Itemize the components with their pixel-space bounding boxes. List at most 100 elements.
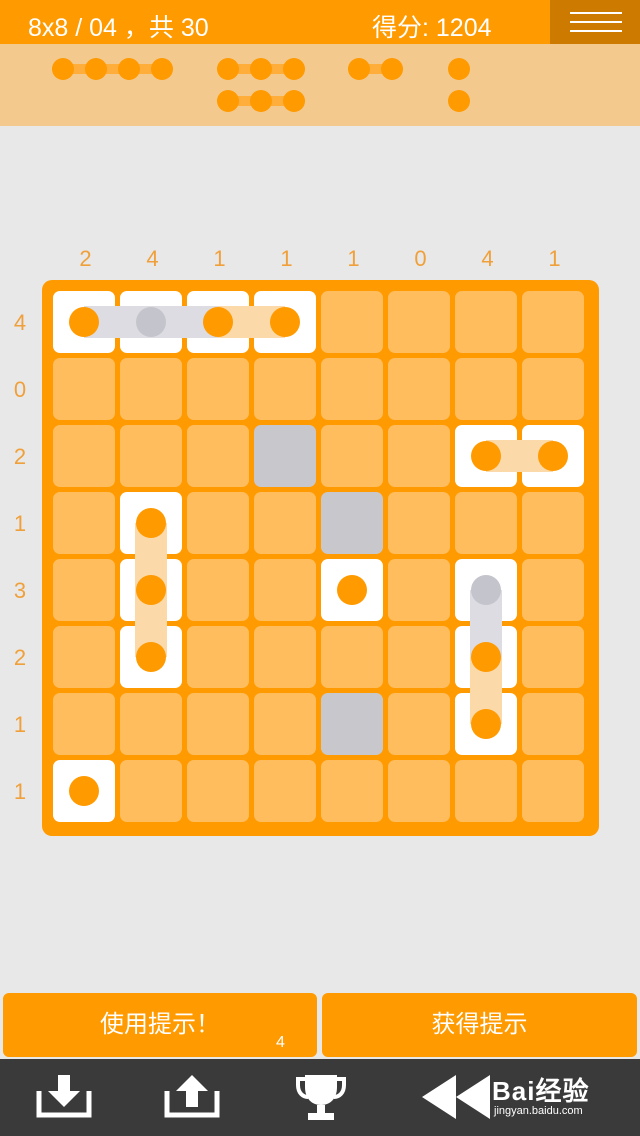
ship-dot bbox=[471, 441, 501, 471]
empty-cell[interactable] bbox=[321, 291, 383, 353]
empty-cell[interactable] bbox=[254, 492, 316, 554]
water-cell[interactable] bbox=[321, 492, 383, 554]
ship-dot bbox=[471, 642, 501, 672]
empty-cell[interactable] bbox=[187, 626, 249, 688]
empty-cell[interactable] bbox=[522, 358, 584, 420]
empty-cell[interactable] bbox=[254, 760, 316, 822]
empty-cell[interactable] bbox=[388, 626, 450, 688]
row-clue: 2 bbox=[13, 645, 27, 670]
empty-cell[interactable] bbox=[321, 760, 383, 822]
rewind-icon[interactable] bbox=[420, 1071, 494, 1123]
empty-cell[interactable] bbox=[120, 425, 182, 487]
empty-cell[interactable] bbox=[522, 291, 584, 353]
row-clue: 2 bbox=[13, 444, 27, 469]
row-clue: 3 bbox=[13, 578, 27, 603]
get-hint-button[interactable]: 获得提示 bbox=[322, 993, 637, 1057]
empty-cell[interactable] bbox=[522, 492, 584, 554]
ship-dot bbox=[136, 508, 166, 538]
empty-cell[interactable] bbox=[321, 425, 383, 487]
empty-cell[interactable] bbox=[187, 425, 249, 487]
download-icon[interactable] bbox=[36, 1071, 92, 1121]
row-clue: 4 bbox=[13, 310, 27, 335]
row-clue: 1 bbox=[13, 511, 27, 536]
ship-dot bbox=[203, 307, 233, 337]
empty-cell[interactable] bbox=[321, 626, 383, 688]
score-label: 得分: 1204 bbox=[372, 14, 492, 42]
water-cell[interactable] bbox=[321, 693, 383, 755]
empty-cell[interactable] bbox=[187, 559, 249, 621]
empty-cell[interactable] bbox=[522, 626, 584, 688]
menu-icon bbox=[570, 21, 622, 23]
legend-ship-1 bbox=[448, 58, 470, 80]
empty-cell[interactable] bbox=[455, 291, 517, 353]
puzzle-label: 8x8 / 04 ，共 30 bbox=[28, 14, 209, 42]
row-clue: 1 bbox=[13, 712, 27, 737]
empty-cell[interactable] bbox=[53, 492, 115, 554]
empty-cell[interactable] bbox=[388, 693, 450, 755]
column-clue: 4 bbox=[146, 246, 159, 271]
unconfirmed-ship-dot bbox=[471, 575, 501, 605]
water-cell[interactable] bbox=[254, 425, 316, 487]
empty-cell[interactable] bbox=[522, 760, 584, 822]
legend-ship-3 bbox=[217, 90, 305, 112]
ship-dot bbox=[270, 307, 300, 337]
empty-cell[interactable] bbox=[254, 559, 316, 621]
top-bar: 8x8 / 04 ，共 30 得分: 1204 bbox=[0, 0, 640, 44]
game-board bbox=[42, 280, 599, 836]
empty-cell[interactable] bbox=[388, 358, 450, 420]
menu-button[interactable] bbox=[550, 0, 640, 44]
empty-cell[interactable] bbox=[53, 358, 115, 420]
empty-cell[interactable] bbox=[455, 760, 517, 822]
empty-cell[interactable] bbox=[455, 358, 517, 420]
column-clue: 2 bbox=[79, 246, 92, 271]
empty-cell[interactable] bbox=[187, 693, 249, 755]
menu-icon bbox=[570, 12, 622, 14]
empty-cell[interactable] bbox=[187, 760, 249, 822]
trophy-icon[interactable] bbox=[296, 1071, 346, 1123]
legend-ship-2 bbox=[348, 58, 403, 80]
legend-ship-4 bbox=[52, 58, 173, 80]
empty-cell[interactable] bbox=[388, 291, 450, 353]
ship-dot bbox=[69, 776, 99, 806]
empty-cell[interactable] bbox=[120, 693, 182, 755]
empty-cell[interactable] bbox=[120, 358, 182, 420]
ship-dot bbox=[136, 642, 166, 672]
ship-dot bbox=[136, 575, 166, 605]
empty-cell[interactable] bbox=[187, 358, 249, 420]
upload-icon[interactable] bbox=[164, 1071, 220, 1121]
hint-count: 4 bbox=[276, 1034, 285, 1051]
empty-cell[interactable] bbox=[53, 626, 115, 688]
empty-cell[interactable] bbox=[321, 358, 383, 420]
empty-cell[interactable] bbox=[53, 693, 115, 755]
empty-cell[interactable] bbox=[522, 693, 584, 755]
empty-cell[interactable] bbox=[53, 559, 115, 621]
row-clue: 0 bbox=[13, 377, 27, 402]
empty-cell[interactable] bbox=[254, 358, 316, 420]
legend-ship-1 bbox=[448, 90, 470, 112]
empty-cell[interactable] bbox=[187, 492, 249, 554]
watermark-url: jingyan.baidu.com bbox=[494, 1105, 583, 1117]
ship-dot bbox=[337, 575, 367, 605]
column-clue: 4 bbox=[481, 246, 494, 271]
unconfirmed-ship-dot bbox=[136, 307, 166, 337]
column-clue: 1 bbox=[213, 246, 226, 271]
empty-cell[interactable] bbox=[388, 760, 450, 822]
row-clue: 1 bbox=[13, 779, 27, 804]
ship-dot bbox=[69, 307, 99, 337]
column-clue: 0 bbox=[414, 246, 427, 271]
empty-cell[interactable] bbox=[522, 559, 584, 621]
empty-cell[interactable] bbox=[120, 760, 182, 822]
column-clue: 1 bbox=[347, 246, 360, 271]
empty-cell[interactable] bbox=[254, 693, 316, 755]
ship-dot bbox=[538, 441, 568, 471]
column-clue: 1 bbox=[280, 246, 293, 271]
empty-cell[interactable] bbox=[254, 626, 316, 688]
empty-cell[interactable] bbox=[388, 559, 450, 621]
empty-cell[interactable] bbox=[388, 492, 450, 554]
legend-ship-3 bbox=[217, 58, 305, 80]
empty-cell[interactable] bbox=[53, 425, 115, 487]
empty-cell[interactable] bbox=[455, 492, 517, 554]
use-hint-button[interactable]: 使用提示！ bbox=[3, 993, 317, 1057]
watermark-brand: Bai经验 bbox=[492, 1076, 590, 1106]
empty-cell[interactable] bbox=[388, 425, 450, 487]
